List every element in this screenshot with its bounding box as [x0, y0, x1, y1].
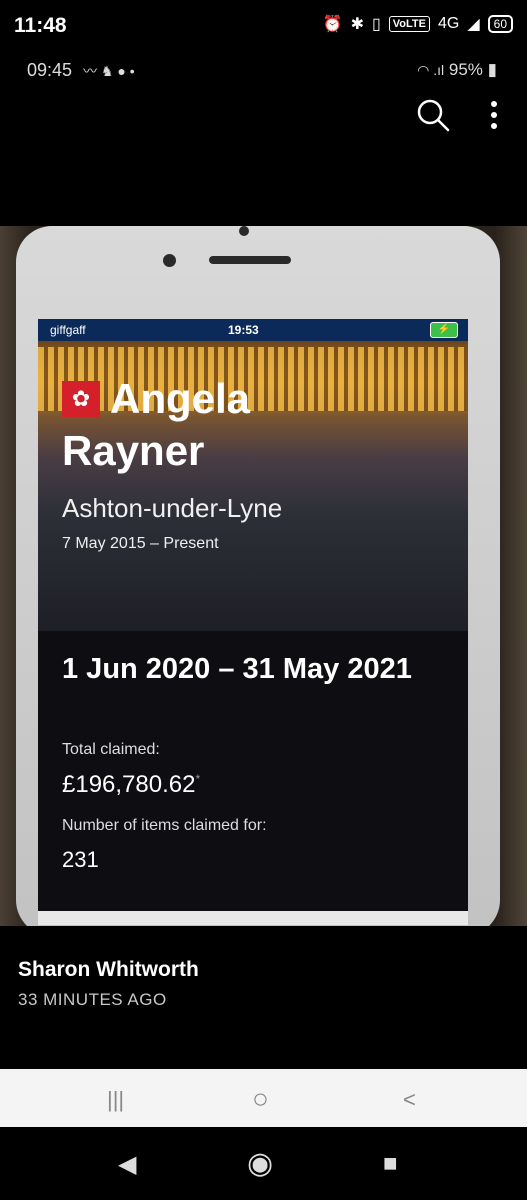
battery-icon: ▮ — [487, 60, 497, 79]
search-icon — [417, 99, 450, 132]
phone-status-bar: giffgaff 19:53 ⚡ — [38, 319, 468, 341]
status-time: 11:48 — [14, 14, 67, 37]
system-nav-bar: ◀ ◉ ■ — [0, 1132, 527, 1200]
phone-speaker — [209, 256, 291, 264]
phone-screen: giffgaff 19:53 ⚡ ✿ Angela Rayner Ashton-… — [38, 319, 468, 925]
search-button[interactable] — [414, 96, 454, 136]
profile-hero: ✿ Angela Rayner Ashton-under-Lyne 7 May … — [38, 341, 468, 631]
building-backdrop — [38, 347, 468, 411]
home-icon[interactable]: ○ — [252, 1083, 269, 1115]
signal-icon: ◢ — [467, 16, 480, 33]
more-options-button[interactable] — [484, 98, 504, 134]
party-rose-logo: ✿ — [62, 381, 100, 417]
vibrate-icon: ▯ — [371, 16, 381, 33]
total-claimed-value: £196,780.62* — [62, 771, 201, 798]
system-recents-icon[interactable]: ■ — [383, 1150, 398, 1178]
bluetooth-icon: ✱ — [350, 16, 364, 33]
constituency: Ashton-under-Lyne — [62, 493, 283, 523]
mp-first-name: Angela — [110, 375, 251, 422]
volte-badge: VoLTE — [388, 16, 430, 32]
battery-indicator: 60 — [487, 15, 513, 33]
notification-icons: 〰 ♞ ● • — [83, 63, 135, 79]
viewer-nav-bar: ||| ○ < — [0, 1069, 527, 1127]
viewer-battery: 95% — [448, 60, 483, 79]
recents-icon[interactable]: ||| — [107, 1087, 124, 1113]
more-vert-icon — [491, 101, 497, 129]
claim-period: 1 Jun 2020 – 31 May 2021 — [62, 653, 412, 685]
post-photo[interactable]: giffgaff 19:53 ⚡ ✿ Angela Rayner Ashton-… — [0, 226, 527, 926]
items-claimed-label: Number of items claimed for: — [62, 817, 267, 834]
phone-carrier: giffgaff — [50, 323, 86, 337]
network-type: 4G — [437, 15, 460, 32]
phone-camera — [163, 254, 176, 267]
term-dates: 7 May 2015 – Present — [62, 535, 219, 552]
back-icon[interactable]: < — [403, 1087, 416, 1113]
post-author[interactable]: Sharon Whitworth — [18, 958, 199, 982]
items-claimed-value: 231 — [62, 847, 99, 872]
viewer-status-time: 09:45 〰 ♞ ● • — [27, 60, 135, 80]
mp-last-name: Rayner — [62, 427, 205, 474]
footnote-marker: * — [195, 772, 201, 786]
alarm-icon: ⏰ — [322, 16, 343, 33]
viewer-status-right: ◠ .ıl 95% ▮ — [417, 60, 497, 80]
phone-time: 19:53 — [228, 323, 259, 337]
system-home-icon[interactable]: ◉ — [247, 1146, 273, 1181]
status-icons: ⏰ ✱ ▯ VoLTE 4G ◢ 60 — [323, 14, 513, 34]
phone-sensor — [239, 226, 249, 236]
total-claimed-label: Total claimed: — [62, 741, 160, 758]
phone-battery-icon: ⚡ — [430, 322, 458, 338]
system-back-icon[interactable]: ◀ — [118, 1150, 136, 1179]
screen-bottom-card — [38, 911, 468, 925]
wifi-icon: ◠ .ıl — [417, 62, 445, 78]
phone-in-photo: giffgaff 19:53 ⚡ ✿ Angela Rayner Ashton-… — [16, 226, 500, 926]
post-timestamp: 33 MINUTES AGO — [18, 990, 167, 1009]
